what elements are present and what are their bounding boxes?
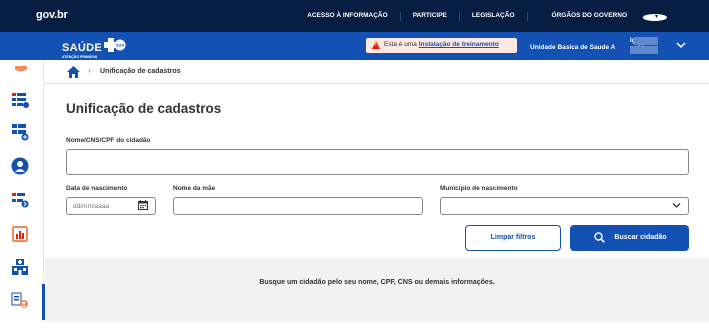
results-area: Busque um cidadão pelo seu nome, CPF, CN… xyxy=(45,258,709,322)
chevron-down-icon: ▾ xyxy=(642,14,667,21)
mother-name-label: Nome da mãe xyxy=(173,185,216,192)
calendar-icon[interactable] xyxy=(138,200,148,210)
warning-icon xyxy=(372,41,380,49)
gov-top-bar: gov.br ACESSO À INFORMAÇÃO PARTICIPE LEG… xyxy=(0,0,709,32)
app-logo[interactable]: SAÚDE ATENÇÃO PRIMÁRIA SUS xyxy=(62,38,126,59)
user-menu[interactable]: Ig Unidade Basica de Saude Aca xyxy=(530,37,658,54)
user-name: Ig xyxy=(630,37,636,44)
user-unit-name: Unidade Basica de Saude A xyxy=(530,44,616,51)
link-participe[interactable]: PARTICIPE xyxy=(399,12,459,21)
hospital-icon[interactable] xyxy=(11,258,29,276)
gov-links: ACESSO À INFORMAÇÃO PARTICIPE LEGISLAÇÃO… xyxy=(295,12,679,21)
brand-subtitle: ATENÇÃO PRIMÁRIA xyxy=(62,55,98,59)
user-unit: Unidade Basica de Saude Aca xyxy=(530,44,645,51)
birth-city-select[interactable] xyxy=(440,197,689,215)
redacted-block xyxy=(634,37,658,45)
birth-date-label: Data de nascimento xyxy=(66,185,128,192)
sidebar xyxy=(0,60,45,334)
link-legislacao[interactable]: LEGISLAÇÃO xyxy=(458,12,527,21)
home-icon[interactable] xyxy=(67,66,80,78)
list-add-icon[interactable] xyxy=(11,123,29,141)
empty-state-message: Busque um cidadão pelo seu nome, CPF, CN… xyxy=(259,279,495,286)
search-input[interactable] xyxy=(66,149,689,175)
health-user-icon[interactable] xyxy=(11,157,29,175)
list-arrow-icon[interactable] xyxy=(11,191,29,209)
breadcrumb-current: Unificação de cadastros xyxy=(100,68,181,75)
brand-name: SAÚDE xyxy=(62,42,103,54)
search-icon xyxy=(594,232,605,243)
document-user-icon[interactable] xyxy=(11,292,29,310)
chevron-down-icon[interactable] xyxy=(676,40,686,50)
sus-cross-icon: SUS xyxy=(104,38,126,52)
bar-chart-icon[interactable] xyxy=(11,225,29,243)
birth-city-label: Município de nascimento xyxy=(440,185,518,192)
chevron-down-icon[interactable] xyxy=(672,202,681,209)
chevron-right-icon: › xyxy=(88,66,91,75)
breadcrumb: › Unificação de cadastros xyxy=(45,60,709,84)
training-link[interactable]: Instalação de treinamento xyxy=(419,41,499,48)
clear-filters-button[interactable]: Limpar filtros xyxy=(465,225,561,251)
page-bottom xyxy=(0,322,709,334)
search-citizen-button[interactable]: Buscar cidadão xyxy=(570,225,689,251)
training-warning: Esta é uma Instalação de treinamento xyxy=(366,38,517,53)
govbr-logo[interactable]: gov.br xyxy=(36,9,68,21)
link-orgaos-governo[interactable]: ÓRGÃOS DO GOVERNO ▾ xyxy=(526,12,679,21)
sus-badge-text: SUS xyxy=(116,43,125,48)
search-label: Nome/CNS/CPF do cidadão xyxy=(66,137,151,144)
mother-name-field[interactable] xyxy=(173,197,423,215)
page-title: Unificação de cadastros xyxy=(66,101,222,116)
bookmark-icon[interactable] xyxy=(15,66,27,74)
redacted-block xyxy=(630,46,658,54)
list-check-icon[interactable] xyxy=(11,91,29,109)
link-acesso-informacao[interactable]: ACESSO À INFORMAÇÃO xyxy=(295,12,400,21)
warning-text: Esta é uma xyxy=(384,41,417,48)
